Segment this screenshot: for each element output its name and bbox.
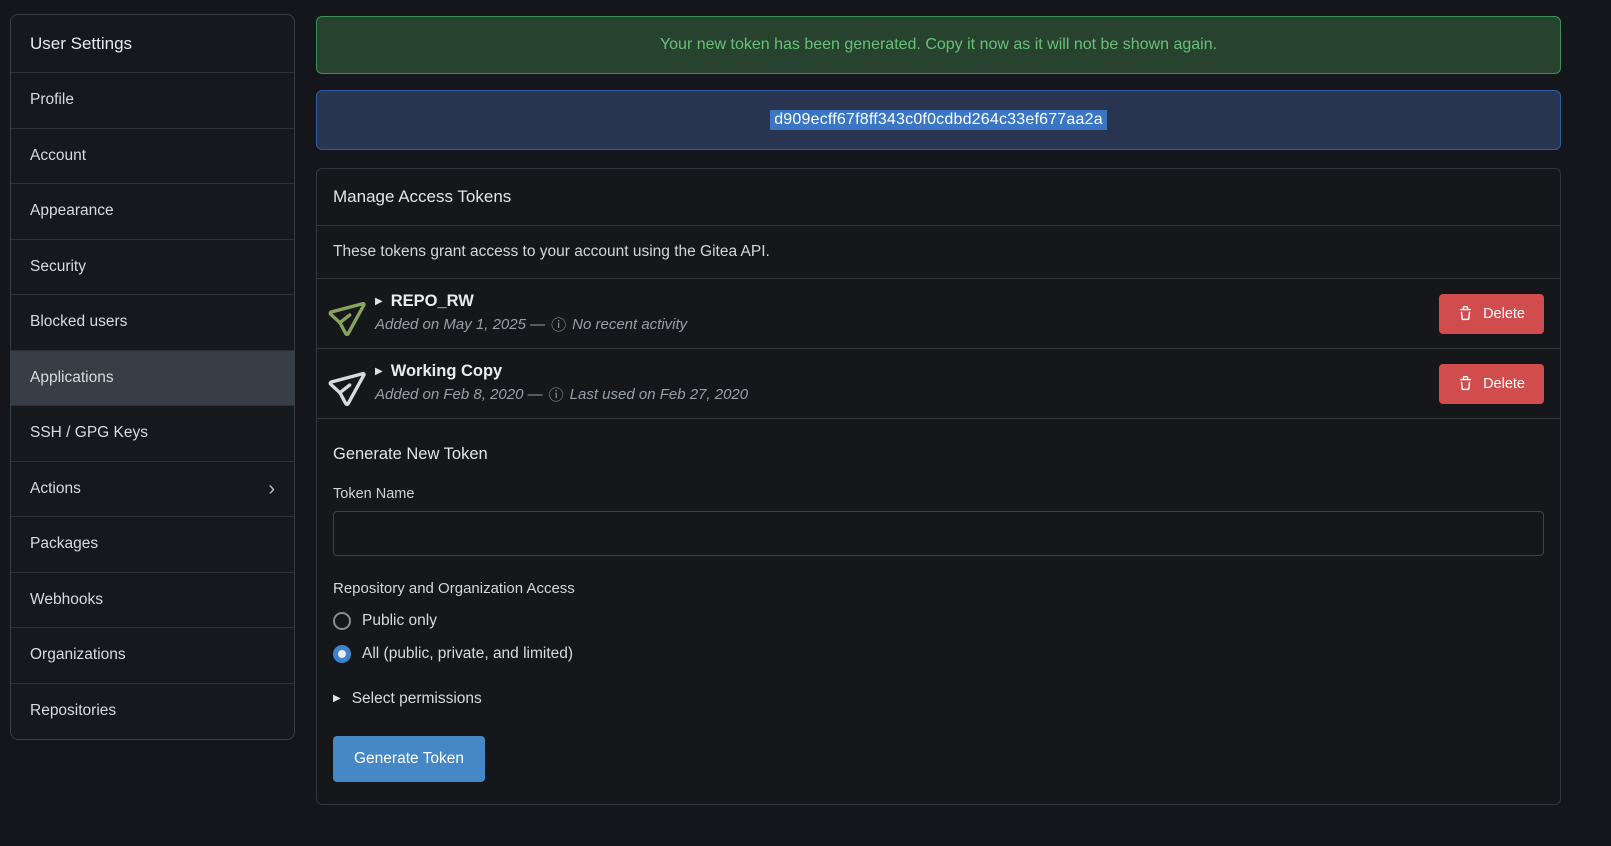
expand-icon: ▶ (375, 297, 383, 307)
token-info: ▶ REPO_RW Added on May 1, 2025 — ⓘ No re… (375, 292, 1439, 335)
token-activity-text: Last used on Feb 27, 2020 (570, 386, 748, 403)
flash-text: Your new token has been generated. Copy … (660, 36, 1217, 54)
token-name-input[interactable] (333, 511, 1544, 556)
expand-icon: ▶ (375, 367, 383, 377)
paper-airplane-icon (333, 296, 375, 332)
sidebar-item-repositories[interactable]: Repositories (11, 684, 294, 740)
settings-page: User Settings Profile Account Appearance… (0, 0, 1611, 823)
radio-option-label: Public only (362, 612, 437, 630)
sidebar-item-label: Packages (30, 535, 98, 553)
sidebar-item-appearance[interactable]: Appearance (11, 184, 294, 240)
token-name: Working Copy (391, 362, 503, 381)
expand-icon: ▶ (333, 694, 341, 704)
panel-description: These tokens grant access to your accoun… (317, 226, 1560, 279)
sidebar-item-label: Repositories (30, 702, 116, 720)
sidebar-item-security[interactable]: Security (11, 240, 294, 296)
generate-section-title: Generate New Token (317, 419, 1560, 464)
delete-button-label: Delete (1483, 376, 1525, 392)
token-row: ▶ Working Copy Added on Feb 8, 2020 — ⓘ … (317, 349, 1560, 419)
trash-icon (1458, 376, 1473, 391)
main-content: Your new token has been generated. Copy … (316, 14, 1561, 823)
token-activity-text: No recent activity (572, 316, 687, 333)
delete-token-button[interactable]: Delete (1439, 364, 1544, 404)
sidebar-item-actions[interactable]: Actions › (11, 462, 294, 518)
token-meta: Added on May 1, 2025 — ⓘ No recent activ… (375, 314, 1439, 335)
token-expand-toggle[interactable]: ▶ REPO_RW (375, 292, 1439, 311)
sidebar-item-label: Organizations (30, 646, 126, 664)
select-permissions-toggle[interactable]: ▶ Select permissions (333, 690, 1544, 708)
sidebar-item-label: Applications (30, 369, 114, 387)
radio-checked-icon[interactable] (333, 645, 351, 663)
token-added-text: Added on Feb 8, 2020 — (375, 386, 543, 403)
radio-unchecked-icon[interactable] (333, 612, 351, 630)
new-token-value[interactable]: d909ecff67f8ff343c0f0cdbd264c33ef677aa2a (770, 110, 1107, 130)
sidebar-item-profile[interactable]: Profile (11, 73, 294, 129)
radio-option-label: All (public, private, and limited) (362, 645, 573, 663)
panel-title: Manage Access Tokens (317, 169, 1560, 226)
sidebar-item-label: Security (30, 258, 86, 276)
sidebar-item-ssh-gpg-keys[interactable]: SSH / GPG Keys (11, 406, 294, 462)
trash-icon (1458, 306, 1473, 321)
token-expand-toggle[interactable]: ▶ Working Copy (375, 362, 1439, 381)
sidebar-title: User Settings (11, 15, 294, 73)
token-name-label: Token Name (333, 486, 1544, 502)
access-scope-label: Repository and Organization Access (333, 580, 1544, 597)
new-token-display-box: d909ecff67f8ff343c0f0cdbd264c33ef677aa2a (316, 90, 1561, 150)
sidebar-item-label: Webhooks (30, 591, 103, 609)
sidebar-item-organizations[interactable]: Organizations (11, 628, 294, 684)
token-meta: Added on Feb 8, 2020 — ⓘ Last used on Fe… (375, 384, 1439, 405)
generate-token-button[interactable]: Generate Token (333, 736, 485, 782)
token-info: ▶ Working Copy Added on Feb 8, 2020 — ⓘ … (375, 362, 1439, 405)
sidebar-item-label: SSH / GPG Keys (30, 424, 148, 442)
sidebar-item-blocked-users[interactable]: Blocked users (11, 295, 294, 351)
sidebar-item-applications[interactable]: Applications (11, 351, 294, 407)
paper-airplane-icon (333, 366, 375, 402)
success-flash-message: Your new token has been generated. Copy … (316, 16, 1561, 74)
delete-token-button[interactable]: Delete (1439, 294, 1544, 334)
token-name: REPO_RW (391, 292, 474, 311)
sidebar-item-label: Profile (30, 91, 74, 109)
select-permissions-label: Select permissions (352, 690, 482, 708)
sidebar-item-label: Blocked users (30, 313, 127, 331)
info-icon: ⓘ (551, 314, 566, 335)
radio-option-all[interactable]: All (public, private, and limited) (333, 645, 1544, 663)
sidebar-item-account[interactable]: Account (11, 129, 294, 185)
sidebar-item-label: Account (30, 147, 86, 165)
delete-button-label: Delete (1483, 306, 1525, 322)
chevron-right-icon: › (268, 479, 275, 499)
token-added-text: Added on May 1, 2025 — (375, 316, 545, 333)
manage-tokens-panel: Manage Access Tokens These tokens grant … (316, 168, 1561, 805)
token-row: ▶ REPO_RW Added on May 1, 2025 — ⓘ No re… (317, 279, 1560, 349)
sidebar-item-webhooks[interactable]: Webhooks (11, 573, 294, 629)
radio-option-public-only[interactable]: Public only (333, 612, 1544, 630)
sidebar-item-packages[interactable]: Packages (11, 517, 294, 573)
info-icon: ⓘ (549, 384, 564, 405)
sidebar-item-label: Actions (30, 480, 81, 498)
sidebar-item-label: Appearance (30, 202, 114, 220)
generate-token-form: Token Name Repository and Organization A… (317, 486, 1560, 804)
settings-sidebar: User Settings Profile Account Appearance… (10, 14, 295, 740)
